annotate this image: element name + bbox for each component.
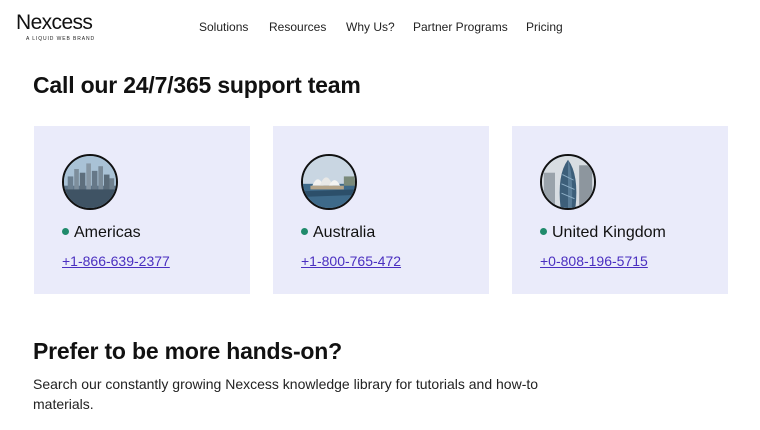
opera-house-photo (301, 154, 357, 210)
region-name: Australia (313, 224, 376, 241)
phone-link-united-kingdom[interactable]: +0-808-196-5715 (540, 253, 648, 269)
region-name: United Kingdom (552, 224, 666, 241)
site-header: Nexcess A LIQUID WEB BRAND Solutions Res… (0, 0, 760, 54)
region-name: Americas (74, 224, 141, 241)
handson-section-title: Prefer to be more hands-on? (33, 338, 342, 364)
region-label: United Kingdom (540, 224, 666, 244)
nav-item-partner-programs[interactable]: Partner Programs (413, 19, 508, 35)
nav-item-pricing[interactable]: Pricing (526, 19, 563, 35)
phone-link-americas[interactable]: +1-866-639-2377 (62, 253, 170, 269)
main-nav: Solutions Resources Why Us? Partner Prog… (0, 19, 760, 37)
status-dot-icon (301, 227, 308, 235)
nav-item-resources[interactable]: Resources (269, 19, 326, 35)
region-label: Australia (301, 224, 375, 244)
status-dot-icon (62, 227, 69, 235)
region-card-australia: Australia +1-800-765-472 (273, 126, 489, 294)
region-card-united-kingdom: United Kingdom +0-808-196-5715 (512, 126, 728, 294)
gherkin-tower-photo (540, 154, 596, 210)
region-card-americas: Americas +1-866-639-2377 (34, 126, 250, 294)
phone-link-australia[interactable]: +1-800-765-472 (301, 253, 401, 269)
region-label: Americas (62, 224, 141, 244)
city-skyline-photo (62, 154, 118, 210)
support-section-title: Call our 24/7/365 support team (33, 72, 361, 98)
nav-item-why-us[interactable]: Why Us? (346, 19, 395, 35)
knowledge-library-description: Search our constantly growing Nexcess kn… (33, 376, 539, 412)
status-dot-icon (540, 227, 547, 235)
nav-item-solutions[interactable]: Solutions (199, 19, 248, 35)
